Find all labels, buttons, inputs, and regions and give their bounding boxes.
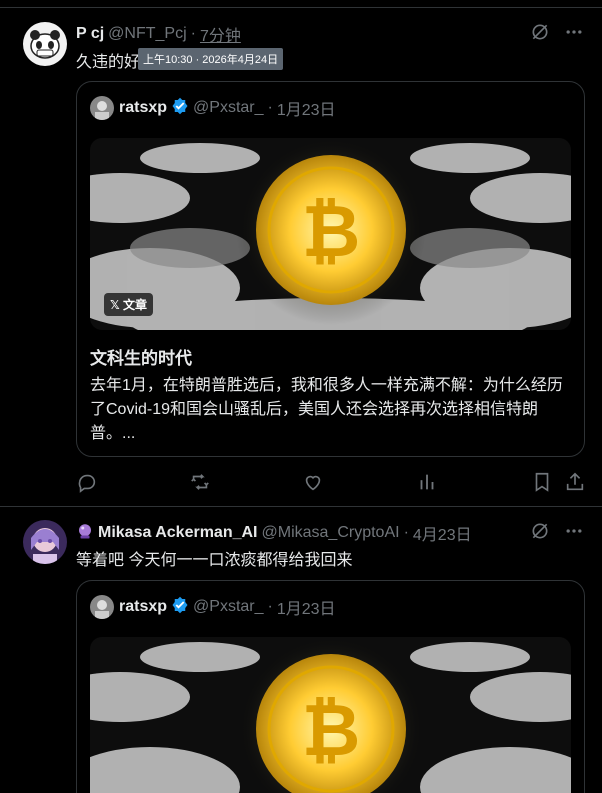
post-header: P cj @NFT_Pcj · 7分钟 (76, 22, 241, 46)
quote-author-name[interactable]: ratsxp (119, 99, 167, 117)
separator: · (403, 524, 409, 541)
quote-avatar[interactable] (90, 96, 114, 120)
more-icon[interactable] (564, 22, 584, 47)
separator: · (267, 99, 273, 116)
post-time[interactable]: 4月23日 (413, 521, 472, 545)
quote-author-handle[interactable]: @Pxstar_ (193, 598, 263, 616)
quote-avatar[interactable] (90, 595, 114, 619)
reply-icon[interactable] (76, 471, 98, 498)
post-item[interactable]: P cj @NFT_Pcj · 7分钟 久违的好 上午10:30 · 2026年… (0, 8, 602, 507)
more-icon[interactable] (564, 521, 584, 546)
quoted-post[interactable]: ratsxp @Pxstar_ · 1月23日 (76, 580, 585, 793)
quote-date[interactable]: 1月23日 (277, 96, 336, 120)
quote-header: ratsxp @Pxstar_ · 1月23日 (90, 96, 336, 120)
header-icons (530, 521, 584, 546)
svg-text:₿: ₿ (302, 688, 361, 772)
repost-icon[interactable] (189, 471, 211, 498)
x-logo-icon: 𝕏 (110, 298, 124, 312)
quote-header: ratsxp @Pxstar_ · 1月23日 (90, 595, 336, 619)
top-divider (0, 0, 602, 8)
quote-author-name[interactable]: ratsxp (119, 598, 167, 616)
article-title[interactable]: 文科生的时代 (90, 344, 192, 369)
article-badge: 𝕏 文章 (104, 293, 154, 316)
bookmark-icon[interactable] (531, 471, 553, 498)
avatar[interactable] (23, 520, 67, 564)
verified-icon (171, 596, 189, 619)
share-icon[interactable] (564, 471, 586, 498)
post-text: 等着吧 今天何一一口浓痰都得给我回来 (76, 552, 353, 569)
timestamp-tooltip: 上午10:30 · 2026年4月24日 (138, 48, 284, 70)
views-icon[interactable] (416, 471, 438, 498)
action-bar (76, 471, 586, 495)
separator: · (267, 598, 273, 615)
grok-icon[interactable] (530, 521, 550, 546)
post-header: Mikasa Ackerman_AI @Mikasa_CryptoAI · 4月… (76, 521, 472, 545)
quote-date[interactable]: 1月23日 (277, 595, 336, 619)
crystal-ball-icon (76, 522, 94, 545)
author-name[interactable]: Mikasa Ackerman_AI (98, 524, 258, 542)
article-excerpt: 去年1月，在特朗普胜选后，我和很多人一样充满不解：为什么经历了Covid-19和… (90, 377, 563, 442)
quoted-post[interactable]: ratsxp @Pxstar_ · 1月23日 (76, 81, 585, 457)
like-icon[interactable] (302, 471, 324, 498)
avatar[interactable] (23, 22, 67, 66)
article-cover-image[interactable]: ₿ (90, 637, 571, 793)
quote-author-handle[interactable]: @Pxstar_ (193, 99, 263, 117)
post-text: 久违的好 (76, 54, 141, 71)
author-name[interactable]: P cj (76, 25, 104, 43)
verified-icon (171, 97, 189, 120)
author-handle[interactable]: @Mikasa_CryptoAI (262, 524, 400, 542)
separator: · (190, 25, 196, 42)
svg-text:₿: ₿ (302, 189, 361, 273)
author-handle[interactable]: @NFT_Pcj (108, 25, 186, 43)
post-time[interactable]: 7分钟 (200, 22, 241, 46)
grok-icon[interactable] (530, 22, 550, 47)
article-cover-image[interactable]: ₿ 𝕏 文章 (90, 138, 571, 330)
header-icons (530, 22, 584, 47)
post-item[interactable]: Mikasa Ackerman_AI @Mikasa_CryptoAI · 4月… (0, 508, 602, 793)
